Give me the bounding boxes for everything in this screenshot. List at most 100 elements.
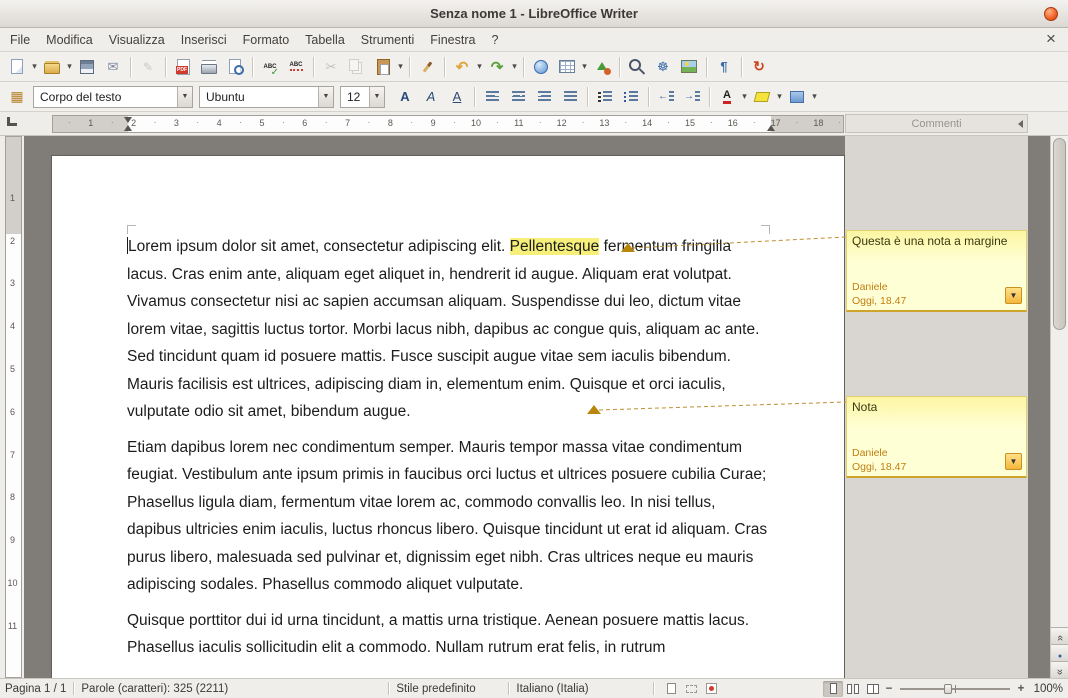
show-draw-functions-button[interactable] xyxy=(590,55,614,79)
font-size-combobox[interactable]: 12 xyxy=(340,86,385,108)
paste-dropdown-icon[interactable] xyxy=(396,55,405,79)
menu-tabella[interactable]: Tabella xyxy=(297,33,353,47)
previous-page-button[interactable] xyxy=(1051,627,1068,644)
word-count[interactable]: Parole (caratteri): 325 (2211) xyxy=(81,683,381,695)
zoom-slider-thumb[interactable] xyxy=(944,684,952,694)
redo-button[interactable] xyxy=(485,55,509,79)
window-control-button[interactable] xyxy=(1044,7,1058,21)
copy-icon xyxy=(348,58,366,76)
comment-note[interactable]: Nota Daniele Oggi, 18.47 xyxy=(846,396,1027,478)
horizontal-ruler[interactable]: 123456789101112131415161718·············… xyxy=(52,115,844,133)
page[interactable]: Lorem ipsum dolor sit amet, consectetur … xyxy=(52,156,844,678)
print-button[interactable] xyxy=(197,55,221,79)
view-book-button[interactable] xyxy=(863,681,883,697)
new-document-dropdown-icon[interactable] xyxy=(30,55,39,79)
comment-menu-button[interactable] xyxy=(1005,287,1022,304)
font-name-dropdown-icon[interactable] xyxy=(318,87,333,107)
zoom-level[interactable]: 100% xyxy=(1027,683,1063,695)
undo-button[interactable] xyxy=(450,55,474,79)
clone-formatting-button[interactable] xyxy=(415,55,439,79)
find-replace-button[interactable] xyxy=(625,55,649,79)
navigator-button[interactable] xyxy=(651,55,675,79)
zoom-in-icon[interactable] xyxy=(1015,683,1027,695)
comment-author: Daniele xyxy=(852,281,888,293)
comment-text[interactable]: Nota xyxy=(852,400,1021,415)
gallery-button[interactable] xyxy=(677,55,701,79)
menu-help[interactable]: ? xyxy=(483,33,506,47)
vertical-ruler[interactable]: 1234567891011 xyxy=(0,136,24,678)
font-color-dropdown-icon[interactable] xyxy=(740,85,749,109)
comment-note[interactable]: Questa è una nota a margine Daniele Oggi… xyxy=(846,230,1027,312)
comment-menu-button[interactable] xyxy=(1005,453,1022,470)
comment-text[interactable]: Questa è una nota a margine xyxy=(852,234,1021,249)
next-page-button[interactable] xyxy=(1051,661,1068,678)
paragraph-background-button[interactable] xyxy=(785,85,809,109)
page-indicator[interactable]: Pagina 1 / 1 xyxy=(5,683,66,695)
menu-finestra[interactable]: Finestra xyxy=(422,33,483,47)
email-document-button[interactable] xyxy=(101,55,125,79)
zoom-out-icon[interactable] xyxy=(883,683,895,695)
hyperlink-button[interactable] xyxy=(529,55,553,79)
vertical-scrollbar[interactable] xyxy=(1050,136,1068,678)
menu-strumenti[interactable]: Strumenti xyxy=(353,33,423,47)
list-number-button[interactable] xyxy=(593,85,617,109)
font-size-dropdown-icon[interactable] xyxy=(369,87,384,107)
font-color-button[interactable] xyxy=(715,85,739,109)
highlighting-color-dropdown-icon[interactable] xyxy=(775,85,784,109)
insert-mode-indicator[interactable] xyxy=(661,681,681,697)
styles-and-formatting-button[interactable] xyxy=(5,85,29,109)
font-name-combobox[interactable]: Ubuntu xyxy=(199,86,334,108)
update-available-button[interactable] xyxy=(747,55,771,79)
spelling-button[interactable] xyxy=(258,55,282,79)
open-dropdown-icon[interactable] xyxy=(65,55,74,79)
nonprinting-characters-button[interactable] xyxy=(712,55,736,79)
indent-decrease-button[interactable] xyxy=(654,85,678,109)
view-multi-page-button[interactable] xyxy=(843,681,863,697)
document-modified-indicator[interactable] xyxy=(701,681,721,697)
paragraph-style-dropdown-icon[interactable] xyxy=(177,87,192,107)
zoom-slider[interactable] xyxy=(900,688,1010,690)
close-window-icon[interactable] xyxy=(1042,30,1060,48)
align-justify-button[interactable] xyxy=(558,85,582,109)
paragraph-style-combobox[interactable]: Corpo del testo xyxy=(33,86,193,108)
navigate-by-button[interactable] xyxy=(1051,644,1068,661)
print-preview-button[interactable] xyxy=(223,55,247,79)
menu-formato[interactable]: Formato xyxy=(235,33,298,47)
export-pdf-button[interactable] xyxy=(171,55,195,79)
tab-stop-selector[interactable] xyxy=(7,117,17,126)
highlighting-color-button[interactable] xyxy=(750,85,774,109)
new-document-button[interactable] xyxy=(5,55,29,79)
menu-file[interactable]: File xyxy=(2,33,38,47)
indent-increase-button[interactable] xyxy=(680,85,704,109)
insert-table-dropdown-icon[interactable] xyxy=(580,55,589,79)
selection-mode-indicator[interactable] xyxy=(681,681,701,697)
insert-table-button[interactable] xyxy=(555,55,579,79)
menu-inserisci[interactable]: Inserisci xyxy=(173,33,235,47)
list-bullet-button[interactable] xyxy=(619,85,643,109)
open-button[interactable] xyxy=(40,55,64,79)
paragraph-1: Lorem ipsum dolor sit amet, consectetur … xyxy=(127,233,770,426)
menu-modifica[interactable]: Modifica xyxy=(38,33,101,47)
paste-button[interactable] xyxy=(371,55,395,79)
undo-dropdown-icon[interactable] xyxy=(475,55,484,79)
paragraph-background-dropdown-icon[interactable] xyxy=(810,85,819,109)
text-body[interactable]: Lorem ipsum dolor sit amet, consectetur … xyxy=(52,156,844,662)
toolbar-separator xyxy=(130,57,131,77)
comments-collapse-icon[interactable] xyxy=(1014,120,1023,128)
align-left-button[interactable] xyxy=(480,85,504,109)
underline-button[interactable] xyxy=(445,85,469,109)
redo-dropdown-icon[interactable] xyxy=(510,55,519,79)
menu-visualizza[interactable]: Visualizza xyxy=(101,33,173,47)
align-right-button[interactable] xyxy=(532,85,556,109)
view-single-page-button[interactable] xyxy=(823,681,843,697)
comment-highlight[interactable]: Pellentesque xyxy=(510,238,600,255)
vertical-scrollbar-thumb[interactable] xyxy=(1053,138,1066,330)
ruler-tick: · xyxy=(495,117,499,127)
save-button[interactable] xyxy=(75,55,99,79)
italic-button[interactable] xyxy=(419,85,443,109)
language-indicator[interactable]: Italiano (Italia) xyxy=(516,683,646,695)
page-style-indicator[interactable]: Stile predefinito xyxy=(396,683,501,695)
bold-button[interactable] xyxy=(393,85,417,109)
align-center-button[interactable] xyxy=(506,85,530,109)
auto-spellcheck-button[interactable] xyxy=(284,55,308,79)
